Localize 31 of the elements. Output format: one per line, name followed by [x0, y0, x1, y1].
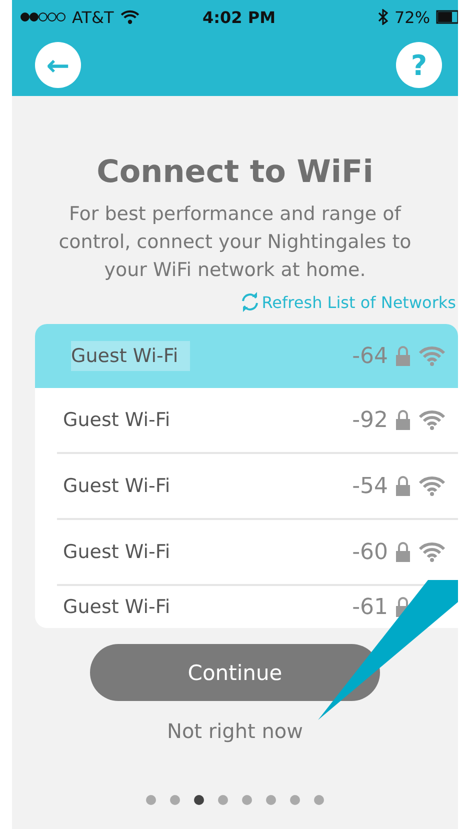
refresh-icon — [240, 292, 260, 312]
wifi-icon — [418, 346, 446, 366]
battery-percent: 72% — [394, 8, 430, 26]
lock-icon — [396, 346, 410, 366]
lock-icon — [396, 542, 410, 562]
page-description: For best performance and range of control, connect your Nightingales to your WiFi network at home. — [58, 202, 412, 283]
continue-button[interactable]: Continue — [90, 644, 380, 701]
network-name: Guest Wi-Fi — [63, 595, 172, 620]
page-title: Connect to WiFi — [96, 154, 374, 190]
network-name: Guest Wi-Fi — [71, 341, 190, 371]
network-row[interactable]: Guest Wi-Fi -64 — [35, 324, 458, 388]
wifi-icon — [418, 542, 446, 562]
wifi-icon — [418, 410, 446, 430]
network-name: Guest Wi-Fi — [63, 408, 172, 433]
signal-strength: -61 — [352, 594, 388, 620]
network-name: Guest Wi-Fi — [63, 474, 172, 499]
signal-strength: -64 — [352, 344, 388, 368]
bluetooth-icon — [378, 9, 388, 25]
network-name: Guest Wi-Fi — [63, 540, 172, 565]
signal-dots-icon — [20, 12, 66, 22]
wifi-icon — [120, 10, 140, 24]
wifi-icon — [418, 476, 446, 496]
battery-icon — [436, 10, 458, 24]
lock-icon — [396, 410, 410, 430]
carrier-name: AT&T — [72, 8, 114, 26]
signal-strength: -54 — [352, 474, 388, 498]
status-time: 4:02 PM — [202, 8, 276, 26]
not-now-link[interactable]: Not right now — [166, 719, 303, 743]
signal-strength: -60 — [352, 540, 388, 564]
lock-icon — [396, 476, 410, 496]
signal-strength: -92 — [352, 408, 388, 432]
